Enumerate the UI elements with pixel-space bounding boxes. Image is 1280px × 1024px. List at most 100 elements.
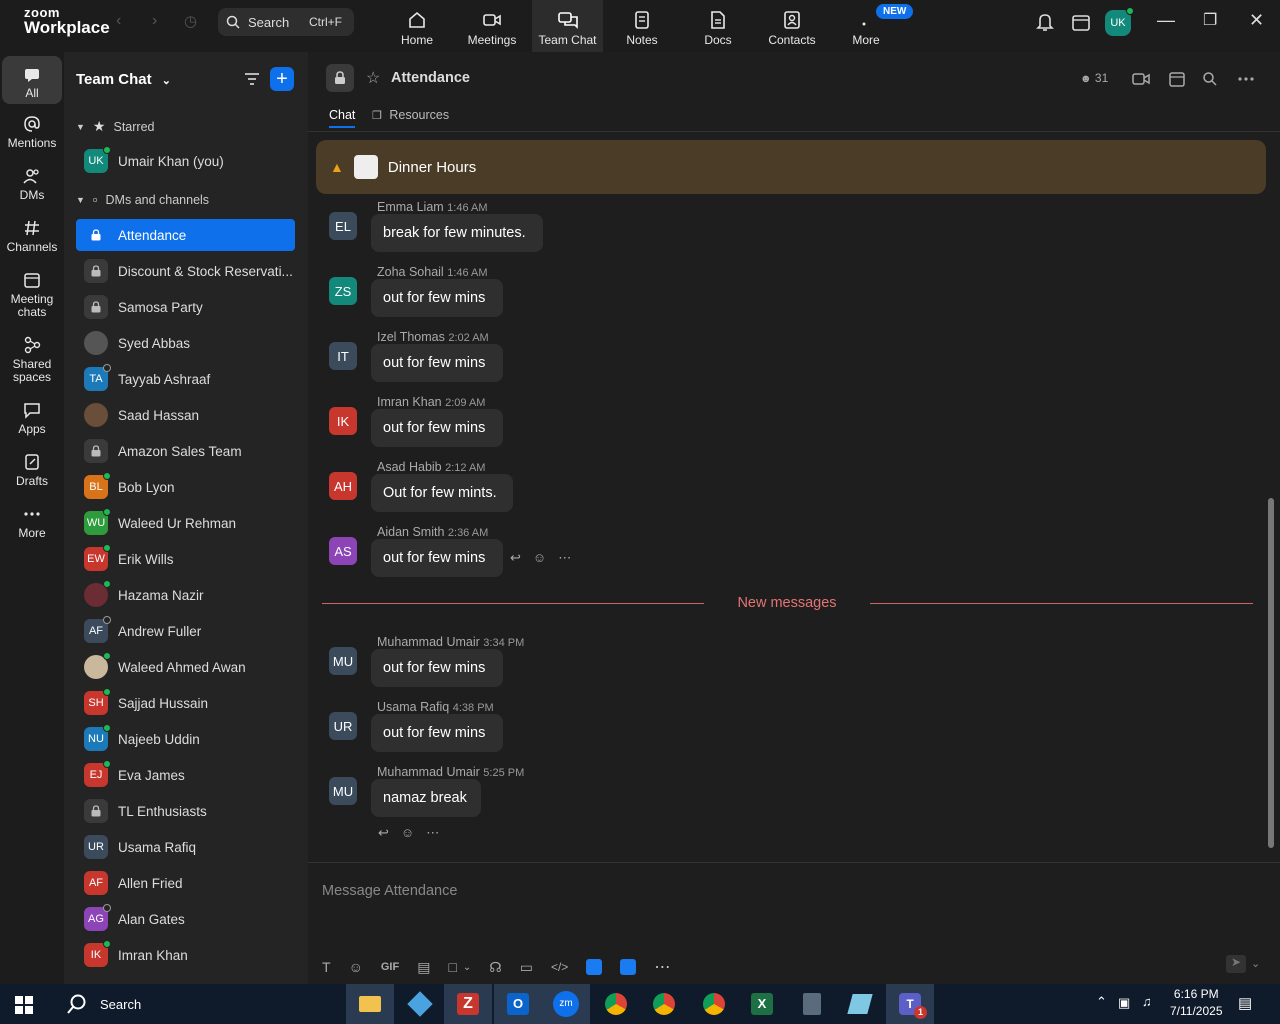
gif-button[interactable]: GIF: [381, 961, 399, 973]
emoji-icon[interactable]: ☺: [349, 959, 363, 975]
sidebar-item[interactable]: BL Bob Lyon: [76, 471, 295, 503]
chrome-icon[interactable]: [640, 984, 688, 1024]
rail-all[interactable]: All: [2, 56, 62, 104]
message-bubble[interactable]: Out for few mints.: [371, 474, 513, 512]
tab-notes[interactable]: Notes: [606, 0, 678, 52]
avatar[interactable]: IT: [329, 342, 357, 370]
rail-dms[interactable]: DMs: [2, 166, 62, 202]
back-arrow-icon[interactable]: ‹: [116, 12, 121, 30]
sender-name[interactable]: Izel Thomas: [377, 330, 445, 344]
message-bubble[interactable]: out for few mins: [371, 409, 503, 447]
sidebar-item[interactable]: Attendance: [76, 219, 295, 251]
more-options-icon[interactable]: [1238, 77, 1254, 81]
rail-apps[interactable]: Apps: [2, 400, 62, 436]
sender-name[interactable]: Asad Habib: [377, 460, 442, 474]
minimize-icon[interactable]: —: [1157, 10, 1175, 31]
app-shortcut-icon[interactable]: [620, 959, 637, 975]
sidebar-item[interactable]: AF Andrew Fuller: [76, 615, 295, 647]
rail-meeting-chats[interactable]: Meeting chats: [2, 270, 62, 319]
tab-chat[interactable]: Chat: [329, 108, 356, 128]
app-diamond-icon[interactable]: [396, 984, 444, 1024]
sidebar-item[interactable]: AF Allen Fried: [76, 867, 295, 899]
starred-section[interactable]: ▼ ★ Starred: [76, 118, 154, 135]
filezilla-icon[interactable]: Z: [444, 984, 492, 1024]
message-bubble[interactable]: namaz break: [371, 779, 481, 817]
tab-contacts[interactable]: Contacts: [756, 0, 828, 52]
sidebar-item[interactable]: Hazama Nazir: [76, 579, 295, 611]
code-snippet-icon[interactable]: </>: [551, 960, 568, 974]
calendar-icon[interactable]: [1071, 12, 1091, 32]
rail-more[interactable]: More: [2, 504, 62, 540]
sidebar-item[interactable]: WU Waleed Ur Rehman: [76, 507, 295, 539]
sidebar-item[interactable]: SH Sajjad Hussain: [76, 687, 295, 719]
channel-name[interactable]: Attendance: [391, 70, 470, 86]
microphone-icon[interactable]: ☊: [489, 959, 501, 976]
sidebar-title[interactable]: Team Chat ⌄: [76, 71, 171, 88]
avatar[interactable]: MU: [329, 777, 357, 805]
history-icon[interactable]: ◷: [184, 12, 197, 30]
more-actions-icon[interactable]: ⋯: [558, 550, 571, 566]
sidebar-item[interactable]: AG Alan Gates: [76, 903, 295, 935]
app-blue-icon[interactable]: [836, 984, 884, 1024]
filter-icon[interactable]: [244, 72, 260, 86]
search-input[interactable]: Search Ctrl+F: [218, 8, 354, 36]
sidebar-item[interactable]: Syed Abbas: [76, 327, 295, 359]
avatar[interactable]: UR: [329, 712, 357, 740]
rail-channels[interactable]: Channels: [2, 218, 62, 254]
tray-chevron-up-icon[interactable]: ⌃: [1096, 994, 1107, 1010]
chevron-down-icon[interactable]: ⌄: [463, 962, 471, 973]
message-bubble[interactable]: out for few mins: [371, 344, 503, 382]
sidebar-item[interactable]: UR Usama Rafiq: [76, 831, 295, 863]
close-icon[interactable]: ✕: [1249, 10, 1264, 31]
avatar[interactable]: EL: [329, 212, 357, 240]
members-count[interactable]: ☻ 31: [1080, 71, 1108, 85]
reply-thread-icon[interactable]: ↩: [510, 550, 521, 566]
rail-drafts[interactable]: Drafts: [2, 452, 62, 488]
message-bubble[interactable]: out for few mins: [371, 714, 503, 752]
video-camera-icon[interactable]: [1132, 72, 1150, 86]
chevron-down-icon[interactable]: ⌄: [1251, 957, 1260, 970]
file-explorer-icon[interactable]: [346, 984, 394, 1024]
avatar[interactable]: IK: [329, 407, 357, 435]
rail-mentions[interactable]: Mentions: [2, 114, 62, 150]
more-tools-icon[interactable]: ⋯: [654, 957, 670, 977]
pinned-message-banner[interactable]: ▲ Dinner Hours: [316, 140, 1266, 194]
sidebar-item-starred[interactable]: UK Umair Khan (you): [76, 145, 295, 177]
message-bubble[interactable]: out for few mins: [371, 279, 503, 317]
sidebar-item[interactable]: Discount & Stock Reservati...: [76, 255, 295, 287]
more-actions-icon[interactable]: ⋯: [426, 825, 439, 841]
teams-icon[interactable]: T1: [886, 984, 934, 1024]
emoji-reaction-icon[interactable]: ☺: [401, 825, 414, 841]
dms-section[interactable]: ▼ ▫ DMs and channels: [76, 192, 209, 207]
notification-bell-icon[interactable]: [1036, 12, 1054, 32]
file-icon[interactable]: ▤: [417, 959, 430, 976]
system-clock[interactable]: 6:16 PM 7/11/2025: [1170, 986, 1223, 1020]
tab-team-chat[interactable]: Team Chat: [532, 0, 603, 52]
zoom-app-icon[interactable]: zm: [542, 984, 590, 1024]
sender-name[interactable]: Aidan Smith: [377, 525, 444, 539]
message-bubble[interactable]: out for few mins: [371, 649, 503, 687]
sidebar-item[interactable]: EW Erik Wills: [76, 543, 295, 575]
tab-meetings[interactable]: Meetings: [456, 0, 528, 52]
sender-name[interactable]: Imran Khan: [377, 395, 442, 409]
excel-icon[interactable]: X: [738, 984, 786, 1024]
tab-more[interactable]: NEW More: [830, 0, 914, 52]
avatar[interactable]: ZS: [329, 277, 357, 305]
emoji-reaction-icon[interactable]: ☺: [533, 550, 546, 566]
sidebar-item[interactable]: NU Najeeb Uddin: [76, 723, 295, 755]
sidebar-item[interactable]: Waleed Ahmed Awan: [76, 651, 295, 683]
sidebar-item[interactable]: Saad Hassan: [76, 399, 295, 431]
action-center-icon[interactable]: ▤: [1238, 994, 1252, 1012]
restore-icon[interactable]: ❐: [1203, 10, 1217, 30]
sidebar-item[interactable]: TA Tayyab Ashraaf: [76, 363, 295, 395]
volume-icon[interactable]: ♫: [1142, 994, 1152, 1009]
tab-docs[interactable]: Docs: [682, 0, 754, 52]
new-chat-plus-button[interactable]: +: [270, 67, 294, 91]
sidebar-item[interactable]: Samosa Party: [76, 291, 295, 323]
messages-scrollbar[interactable]: [1268, 498, 1274, 848]
outlook-icon[interactable]: O: [494, 984, 542, 1024]
avatar[interactable]: AH: [329, 472, 357, 500]
tab-resources[interactable]: ❐ Resources: [372, 108, 449, 122]
text-format-icon[interactable]: T: [322, 959, 331, 975]
network-icon[interactable]: ▣: [1118, 995, 1130, 1011]
